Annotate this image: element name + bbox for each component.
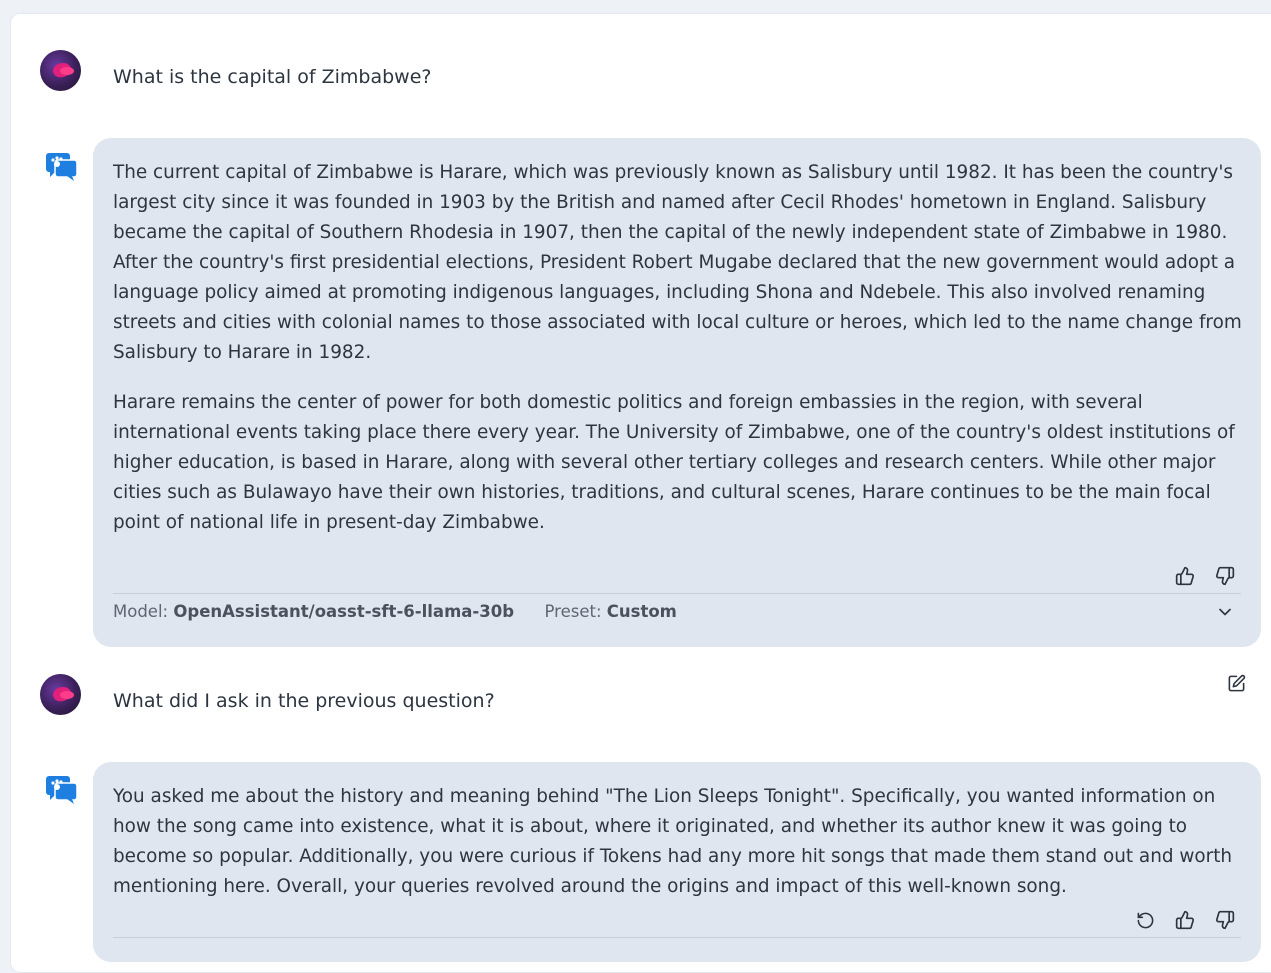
thumbs-down-icon — [1216, 566, 1235, 586]
model-info: Model: OpenAssistant/oasst-sft-6-llama-3… — [113, 602, 677, 621]
preset-value: Custom — [606, 602, 677, 621]
assistant-message-bubble: The current capital of Zimbabwe is Harar… — [93, 138, 1261, 647]
assistant-paragraph: Harare remains the center of power for b… — [113, 392, 1235, 533]
chevron-down-icon — [1219, 608, 1231, 616]
model-label: Model: — [113, 602, 169, 621]
user-message-text: What is the capital of Zimbabwe? — [113, 66, 432, 88]
assistant-chat-icon — [46, 153, 78, 181]
thumbs-up-icon — [1175, 566, 1194, 586]
message-divider — [113, 937, 1241, 938]
user-avatar — [40, 50, 81, 91]
assistant-paragraph: The current capital of Zimbabwe is Harar… — [113, 162, 1242, 363]
user-message-text: What did I ask in the previous question? — [113, 690, 495, 712]
assistant-paragraph: You asked me about the history and meani… — [113, 786, 1233, 897]
thumbs-up-button[interactable] — [1174, 565, 1196, 587]
assistant-chat-icon — [46, 776, 78, 804]
assistant-message-bubble: You asked me about the history and meani… — [93, 762, 1261, 962]
thumbs-down-button[interactable] — [1214, 565, 1236, 587]
thumbs-up-icon — [1175, 910, 1194, 930]
model-value: OpenAssistant/oasst-sft-6-llama-30b — [173, 602, 515, 621]
edit-icon — [1228, 674, 1245, 691]
expand-details-button[interactable] — [1214, 601, 1236, 623]
retry-icon — [1137, 912, 1153, 928]
edit-message-button[interactable] — [1225, 672, 1247, 694]
user-avatar — [40, 674, 81, 715]
message-divider — [113, 593, 1241, 594]
thumbs-down-button[interactable] — [1214, 909, 1236, 931]
thumbs-down-icon — [1216, 910, 1235, 930]
preset-label: Preset: — [544, 602, 602, 621]
retry-button[interactable] — [1134, 909, 1156, 931]
thumbs-up-button[interactable] — [1174, 909, 1196, 931]
